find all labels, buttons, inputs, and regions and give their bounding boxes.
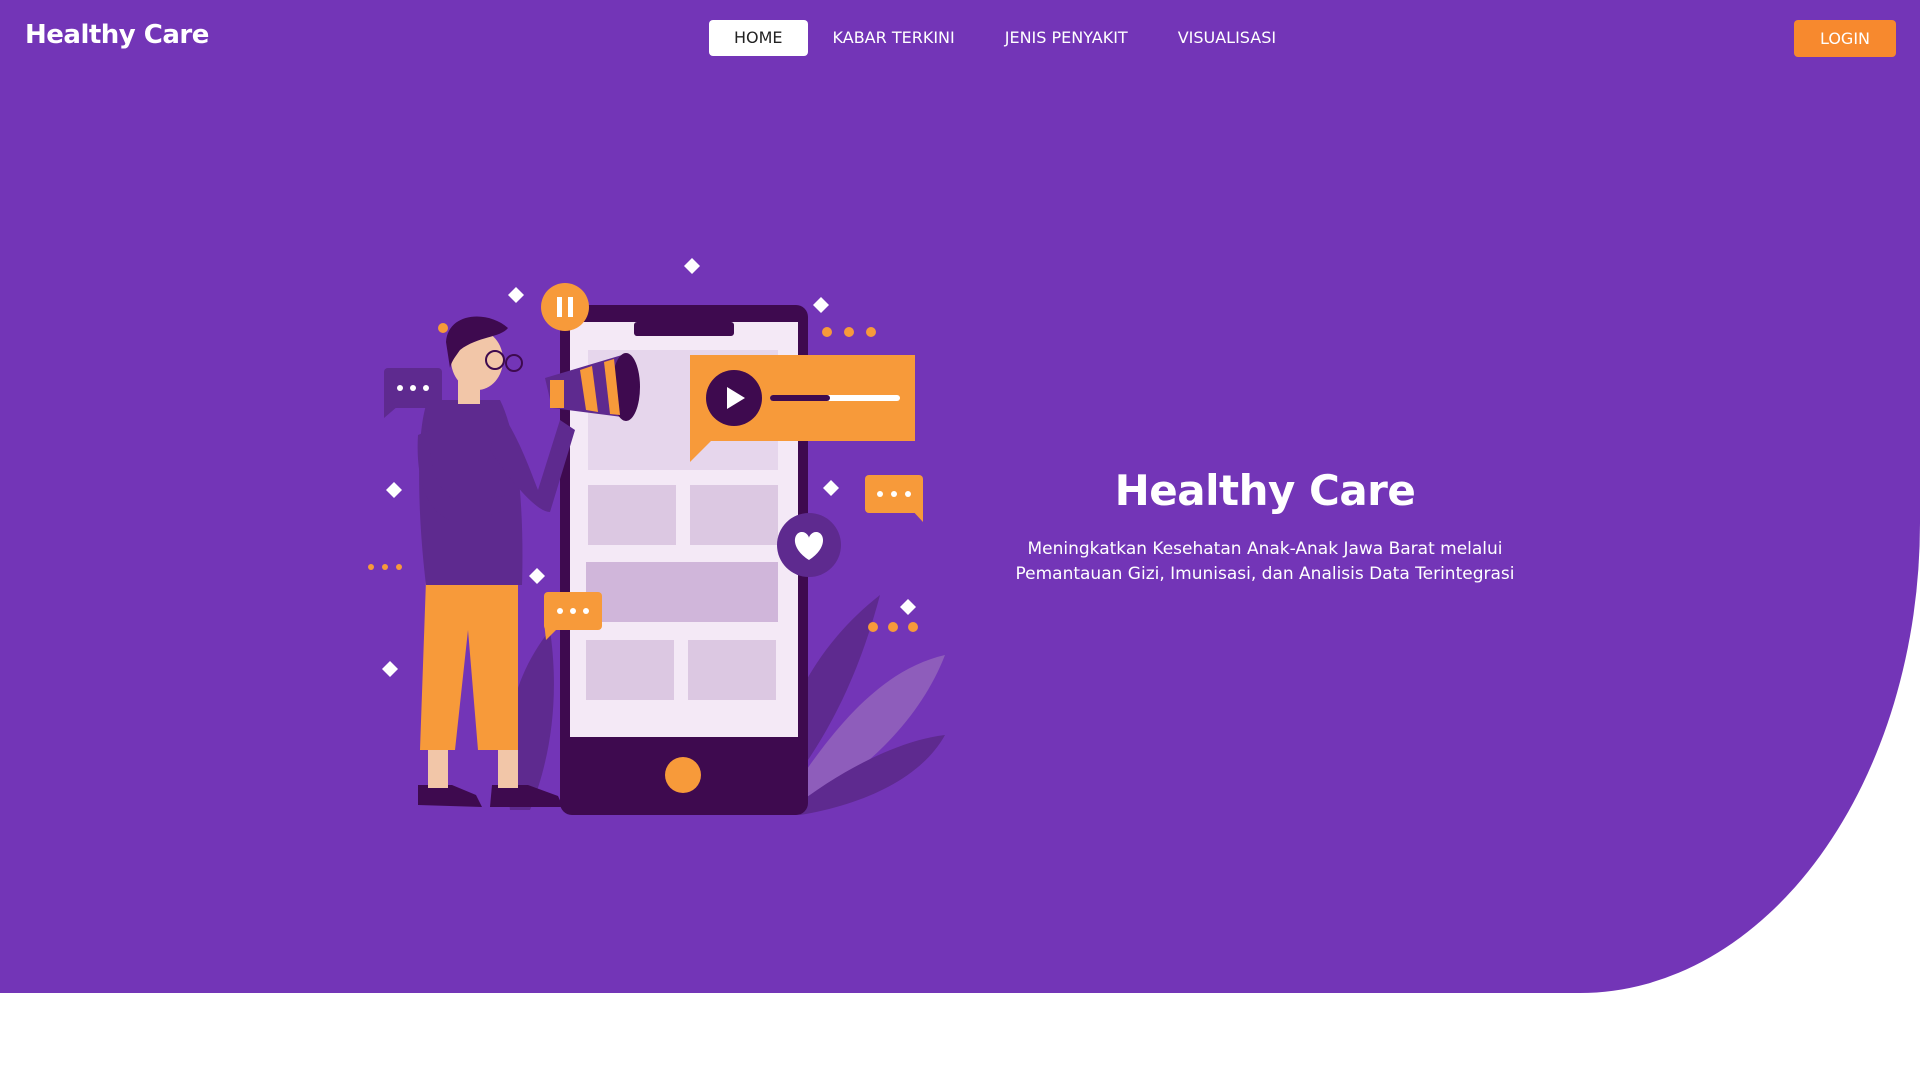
hero-subtitle-line-2: Pemantauan Gizi, Imunisasi, dan Analisis… <box>1015 564 1515 584</box>
hero-text: Healthy Care Meningkatkan Kesehatan Anak… <box>965 466 1565 587</box>
hero-subtitle-line-1: Meningkatkan Kesehatan Anak-Anak Jawa Ba… <box>1027 539 1503 559</box>
nav-visualisasi[interactable]: VISUALISASI <box>1153 20 1301 56</box>
hero-subtitle: Meningkatkan Kesehatan Anak-Anak Jawa Ba… <box>965 537 1565 587</box>
pause-icon <box>541 283 589 331</box>
nav-links: HOME KABAR TERKINI JENIS PENYAKIT VISUAL… <box>709 20 1301 56</box>
chat-dots-icon <box>865 475 923 522</box>
navbar: Healthy Care HOME KABAR TERKINI JENIS PE… <box>0 0 1920 76</box>
hero-section: Healthy Care HOME KABAR TERKINI JENIS PE… <box>0 0 1920 993</box>
heart-icon <box>777 513 841 577</box>
page: Healthy Care HOME KABAR TERKINI JENIS PE… <box>0 0 1920 1080</box>
hero-title: Healthy Care <box>1114 466 1416 515</box>
login-button[interactable]: LOGIN <box>1794 20 1896 57</box>
brand-logo[interactable]: Healthy Care <box>25 20 209 50</box>
nav-jenis-penyakit[interactable]: JENIS PENYAKIT <box>980 20 1153 56</box>
nav-home[interactable]: HOME <box>709 20 808 56</box>
hero-illustration <box>368 258 945 815</box>
nav-kabar-terkini[interactable]: KABAR TERKINI <box>808 20 980 56</box>
